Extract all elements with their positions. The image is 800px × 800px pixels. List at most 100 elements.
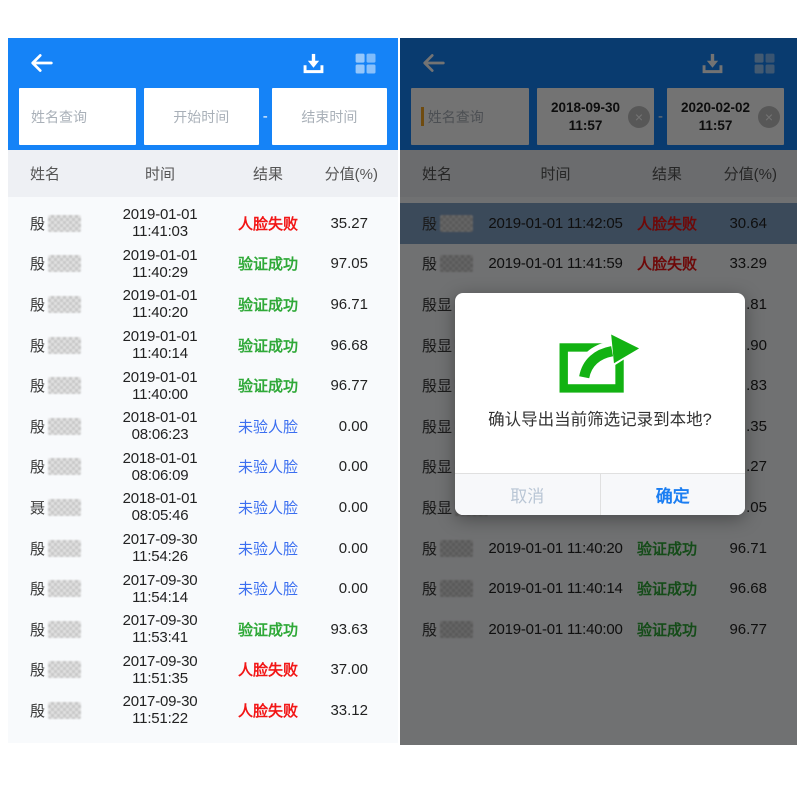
end-time-placeholder: 结束时间 (301, 107, 357, 127)
row-time: 2018-01-01 08:06:09 (96, 450, 224, 484)
row-time: 2017-09-30 11:54:14 (96, 572, 224, 606)
blurred-name-mosaic (48, 458, 81, 475)
records-list: 殷2019-01-01 11:41:03人脸失败35.27殷2019-01-01… (8, 197, 398, 731)
blurred-name-mosaic (48, 540, 81, 557)
row-name: 殷 (8, 578, 96, 599)
back-arrow-icon (28, 49, 56, 77)
row-score: 96.77 (312, 377, 398, 394)
cancel-button[interactable]: 取消 (455, 474, 600, 515)
row-score: 96.71 (312, 296, 398, 313)
row-score: 0.00 (312, 418, 398, 435)
screenshot-canvas: 开始时间 - 结束时间 姓名 时间 结果 分值(%) 殷2019-01-01 1… (0, 0, 800, 800)
row-score: 35.27 (312, 215, 398, 232)
export-confirm-dialog: 确认导出当前筛选记录到本地? 取消 确定 (455, 293, 745, 515)
row-name: 殷 (8, 416, 96, 437)
row-result: 未验人脸 (224, 456, 312, 477)
end-time-field[interactable]: 结束时间 (272, 88, 387, 145)
table-row[interactable]: 殷2019-01-01 11:41:03人脸失败35.27 (8, 203, 398, 244)
date-range-separator: - (259, 88, 272, 145)
row-result: 验证成功 (224, 294, 312, 315)
row-time: 2019-01-01 11:40:29 (96, 247, 224, 281)
row-time: 2019-01-01 11:40:14 (96, 328, 224, 362)
blurred-name-mosaic (48, 621, 81, 638)
confirm-button[interactable]: 确定 (600, 474, 746, 515)
row-time: 2017-09-30 11:54:26 (96, 531, 224, 565)
row-name: 殷 (8, 253, 96, 274)
export-button[interactable] (300, 50, 327, 77)
name-search-input[interactable] (29, 108, 126, 126)
table-row[interactable]: 殷2017-09-30 11:54:14未验人脸0.00 (8, 568, 398, 609)
grid-view-button[interactable] (353, 51, 378, 76)
table-row[interactable]: 殷2019-01-01 11:40:29验证成功97.05 (8, 244, 398, 285)
back-button[interactable] (28, 49, 56, 77)
export-share-icon (556, 327, 644, 394)
row-time: 2019-01-01 11:40:00 (96, 369, 224, 403)
row-score: 96.68 (312, 337, 398, 354)
table-row[interactable]: 殷2018-01-01 08:06:09未验人脸0.00 (8, 447, 398, 488)
records-screen-filtered: 2018-09-30 11:57 × - 2020-02-02 11:57 × … (400, 38, 797, 745)
blurred-name-mosaic (48, 377, 81, 394)
dialog-message: 确认导出当前筛选记录到本地? (488, 406, 712, 430)
name-search-field[interactable] (19, 88, 136, 145)
row-result: 未验人脸 (224, 538, 312, 559)
table-row[interactable]: 殷2017-09-30 11:54:26未验人脸0.00 (8, 528, 398, 569)
row-name: 殷 (8, 335, 96, 356)
row-score: 0.00 (312, 458, 398, 475)
row-score: 0.00 (312, 580, 398, 597)
blurred-name-mosaic (48, 702, 81, 719)
table-row[interactable]: 殷2017-09-30 11:53:41验证成功93.63 (8, 609, 398, 650)
row-name: 聂 (8, 497, 96, 518)
blurred-name-mosaic (48, 499, 81, 516)
row-score: 0.00 (312, 499, 398, 516)
dialog-footer: 取消 确定 (455, 473, 745, 515)
blurred-name-mosaic (48, 661, 81, 678)
row-result: 验证成功 (224, 335, 312, 356)
row-time: 2019-01-01 11:40:20 (96, 287, 224, 321)
download-icon (300, 50, 327, 77)
row-name: 殷 (8, 375, 96, 396)
row-result: 验证成功 (224, 619, 312, 640)
blurred-name-mosaic (48, 580, 81, 597)
blurred-name-mosaic (48, 296, 81, 313)
row-time: 2017-09-30 11:51:35 (96, 653, 224, 687)
row-result: 人脸失败 (224, 213, 312, 234)
header-result: 结果 (224, 163, 312, 184)
header-name: 姓名 (8, 163, 96, 184)
row-time: 2017-09-30 11:53:41 (96, 612, 224, 646)
table-row[interactable]: 殷2019-01-01 11:40:00验证成功96.77 (8, 365, 398, 406)
row-name: 殷 (8, 538, 96, 559)
row-result: 验证成功 (224, 375, 312, 396)
row-result: 未验人脸 (224, 416, 312, 437)
row-result: 未验人脸 (224, 578, 312, 599)
blurred-name-mosaic (48, 418, 81, 435)
table-row[interactable]: 殷2019-01-01 11:40:14验证成功96.68 (8, 325, 398, 366)
blurred-name-mosaic (48, 255, 81, 272)
start-time-placeholder: 开始时间 (173, 107, 229, 127)
table-row[interactable]: 殷2019-01-01 11:40:20验证成功96.71 (8, 284, 398, 325)
row-score: 93.63 (312, 621, 398, 638)
row-score: 97.05 (312, 255, 398, 272)
row-score: 33.12 (312, 702, 398, 719)
row-time: 2017-09-30 11:51:22 (96, 693, 224, 727)
row-name: 殷 (8, 700, 96, 721)
table-row[interactable]: 聂2018-01-01 08:05:46未验人脸0.00 (8, 487, 398, 528)
row-name: 殷 (8, 619, 96, 640)
table-row[interactable]: 殷2017-09-30 11:51:22人脸失败33.12 (8, 690, 398, 731)
row-score: 37.00 (312, 661, 398, 678)
row-name: 殷 (8, 659, 96, 680)
table-row[interactable]: 殷2018-01-01 08:06:23未验人脸0.00 (8, 406, 398, 447)
row-result: 验证成功 (224, 253, 312, 274)
blurred-name-mosaic (48, 215, 81, 232)
header-time: 时间 (96, 163, 224, 184)
filter-bar: 开始时间 - 结束时间 (8, 88, 398, 150)
header-score: 分值(%) (312, 163, 398, 184)
grid-icon (353, 51, 378, 76)
start-time-field[interactable]: 开始时间 (144, 88, 259, 145)
row-name: 殷 (8, 213, 96, 234)
row-time: 2018-01-01 08:05:46 (96, 490, 224, 524)
row-time: 2018-01-01 08:06:23 (96, 409, 224, 443)
row-name: 殷 (8, 456, 96, 477)
row-result: 未验人脸 (224, 497, 312, 518)
table-row[interactable]: 殷2017-09-30 11:51:35人脸失败37.00 (8, 650, 398, 691)
row-score: 0.00 (312, 540, 398, 557)
